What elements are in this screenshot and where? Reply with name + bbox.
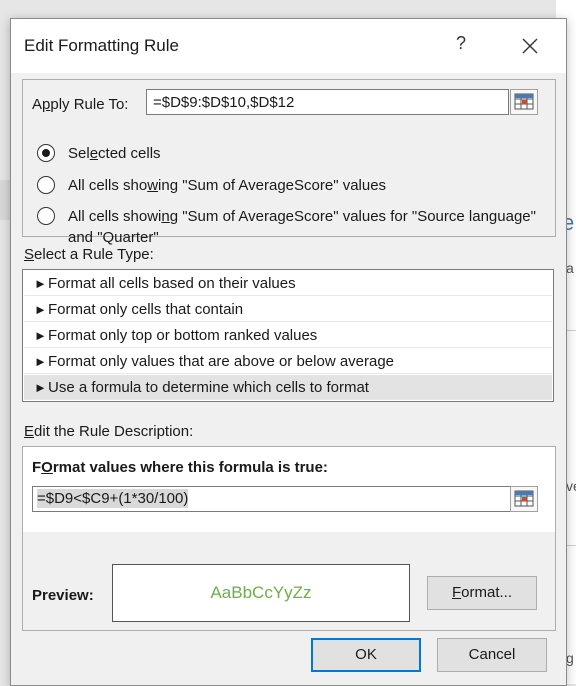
rule-type-item[interactable]: ►Format only cells that contain bbox=[24, 297, 552, 322]
help-button[interactable]: ? bbox=[451, 33, 471, 59]
scope-option-label: Selected cells bbox=[68, 145, 161, 162]
ok-button[interactable]: OK bbox=[311, 638, 421, 672]
formula-input[interactable]: =$D9<$C9+(1*30/100) bbox=[32, 486, 513, 512]
rule-type-label: Select a Rule Type: bbox=[24, 246, 154, 263]
range-selector-icon bbox=[514, 93, 534, 110]
format-button[interactable]: Format... bbox=[427, 576, 537, 610]
background-sheet-edge bbox=[0, 180, 10, 220]
apply-rule-panel: Apply Rule To: =$D$9:$D$10,$D$12 Selecte… bbox=[22, 79, 556, 246]
rule-type-item-selected[interactable]: ►Use a formula to determine which cells … bbox=[24, 375, 552, 400]
radio-button-checked[interactable] bbox=[37, 144, 55, 162]
dialog-titlebar: Edit Formatting Rule ? bbox=[11, 19, 566, 73]
background-text-fragment: a bbox=[566, 260, 574, 276]
rule-description-label: Edit the Rule Description: bbox=[24, 423, 194, 440]
arrow-right-icon: ► bbox=[34, 354, 47, 369]
background-text-fragment: g bbox=[566, 650, 574, 666]
radio-button[interactable] bbox=[37, 176, 55, 194]
scope-option-label: All cells showing "Sum of AverageScore" … bbox=[68, 177, 387, 194]
rule-type-item[interactable]: ►Format all cells based on their values bbox=[24, 271, 552, 296]
arrow-right-icon: ► bbox=[34, 380, 47, 395]
formula-text: =$D9<$C9+(1*30/100) bbox=[37, 489, 189, 508]
cancel-button[interactable]: Cancel bbox=[437, 638, 547, 672]
radio-button[interactable] bbox=[37, 207, 55, 225]
rule-type-item[interactable]: ►Format only top or bottom ranked values bbox=[24, 323, 552, 348]
rule-description-panel: FOrmat values where this formula is true… bbox=[22, 446, 556, 631]
range-selector-button[interactable] bbox=[510, 89, 538, 115]
close-button[interactable] bbox=[518, 33, 542, 59]
formula-heading: FOrmat values where this formula is true… bbox=[32, 459, 328, 476]
background-text-fragment: ve bbox=[566, 478, 576, 494]
arrow-right-icon: ► bbox=[34, 328, 47, 343]
dialog-title: Edit Formatting Rule bbox=[24, 36, 179, 55]
preview-label: Preview: bbox=[32, 587, 94, 604]
scope-option-label: All cells showing "Sum of AverageScore" … bbox=[68, 208, 536, 225]
edit-formatting-rule-dialog: Edit Formatting Rule ? Apply Rule To: =$… bbox=[10, 18, 567, 686]
rule-type-list: ►Format all cells based on their values … bbox=[22, 269, 554, 402]
apply-rule-input[interactable]: =$D$9:$D$10,$D$12 bbox=[146, 89, 509, 115]
range-selector-icon bbox=[514, 490, 534, 507]
apply-rule-label: Apply Rule To: bbox=[32, 96, 129, 113]
range-selector-button[interactable] bbox=[510, 486, 538, 512]
preview-box: AaBbCcYyZz bbox=[112, 564, 410, 622]
formula-area: FOrmat values where this formula is true… bbox=[23, 447, 555, 532]
close-icon bbox=[522, 38, 538, 54]
rule-type-item[interactable]: ►Format only values that are above or be… bbox=[24, 349, 552, 374]
scope-option-label-line2: and "Quarter" bbox=[68, 229, 159, 246]
arrow-right-icon: ► bbox=[34, 276, 47, 291]
arrow-right-icon: ► bbox=[34, 302, 47, 317]
